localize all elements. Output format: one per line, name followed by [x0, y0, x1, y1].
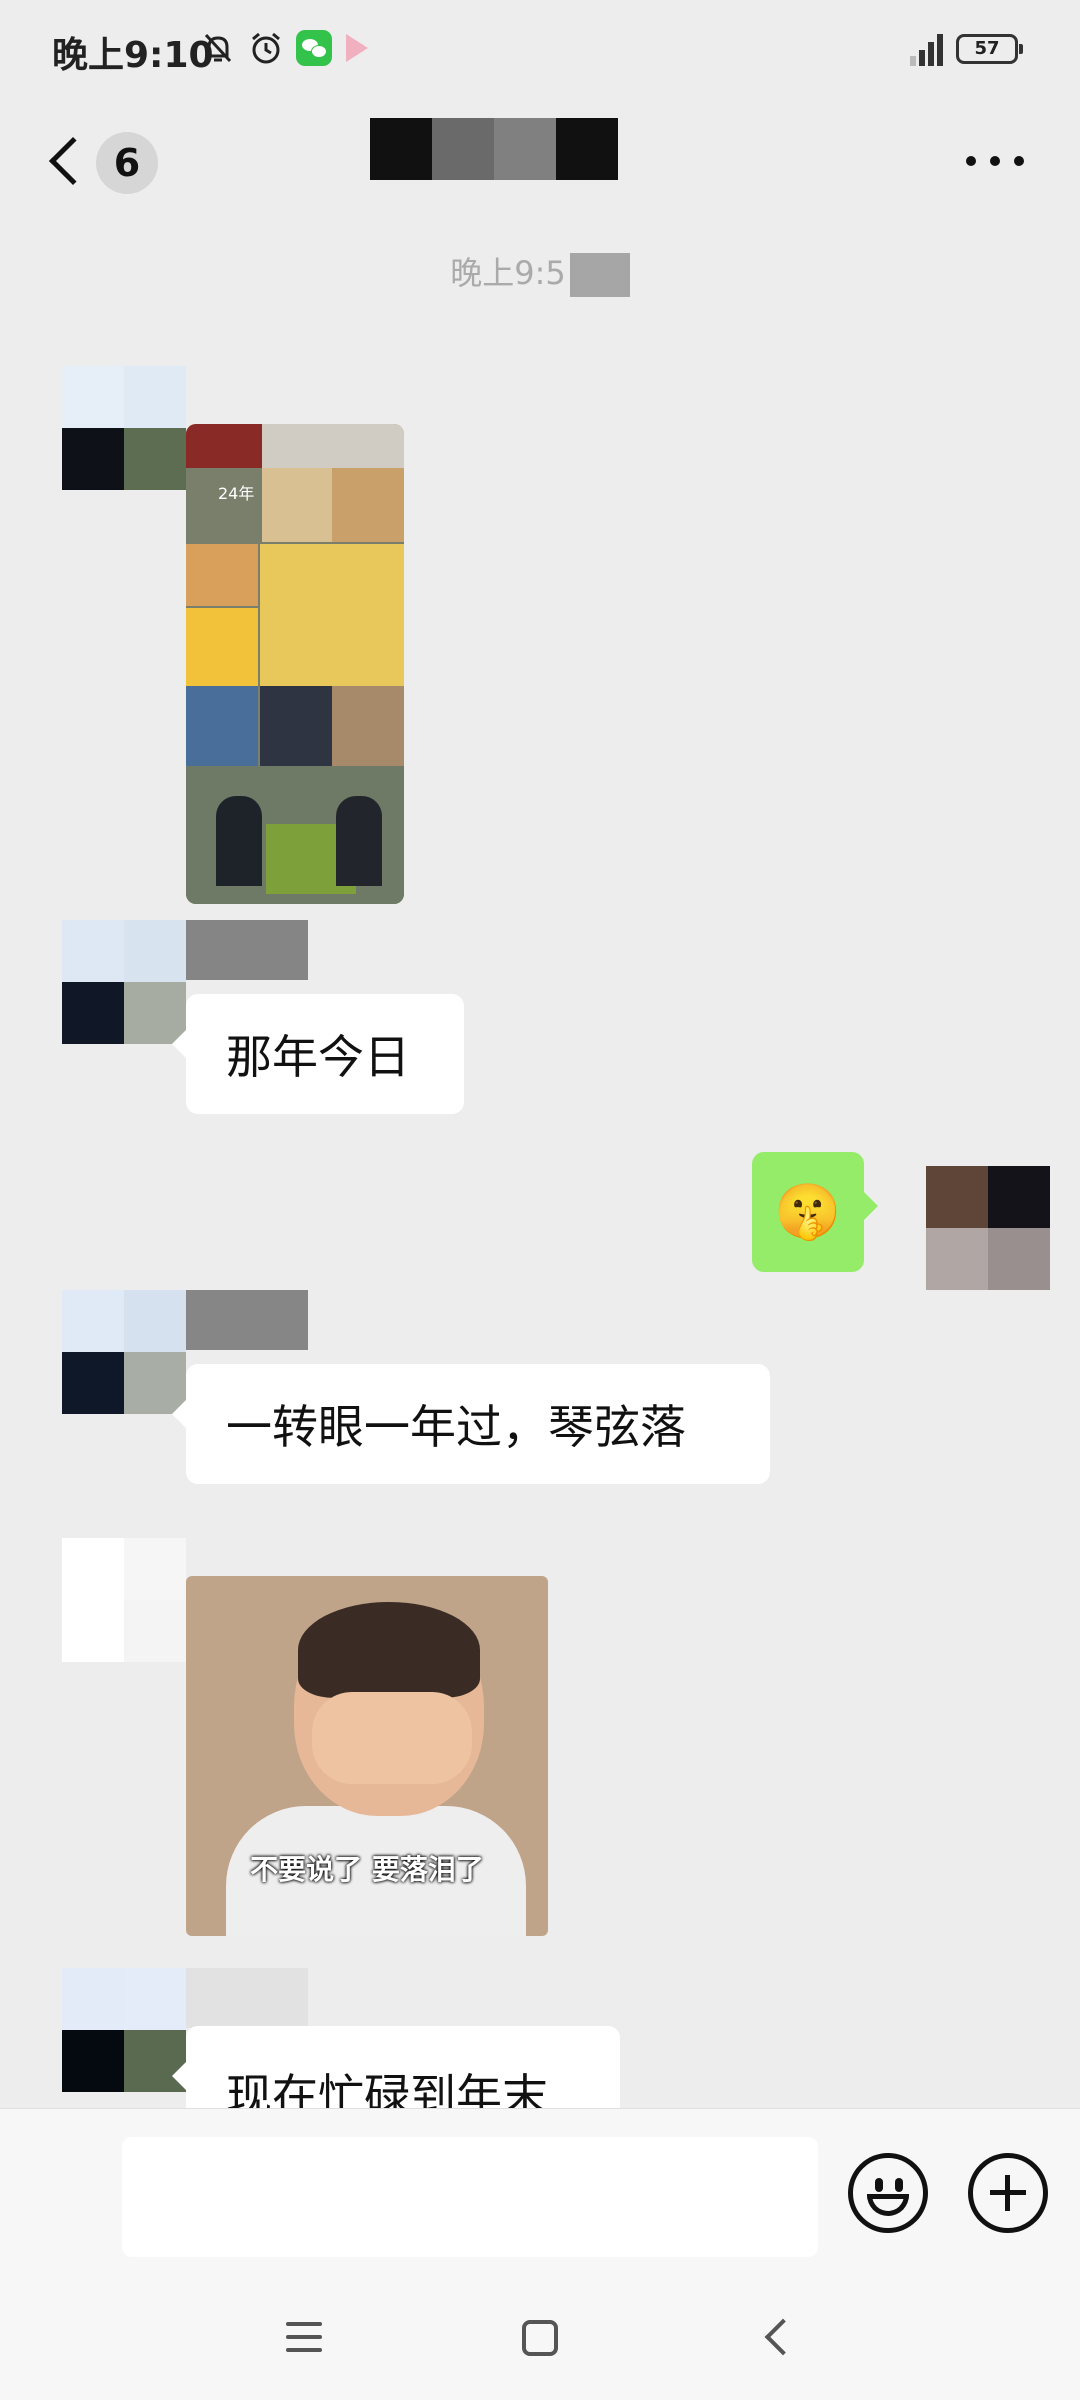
sent-emoji-bubble[interactable]: 🤫 — [752, 1152, 878, 1272]
text-message-bubble[interactable]: 那年今日 — [172, 994, 464, 1114]
avatar[interactable] — [62, 1968, 186, 2092]
chat-title-redacted[interactable] — [370, 118, 618, 180]
battery-icon: 57 — [956, 34, 1023, 64]
home-square-icon[interactable] — [522, 2320, 558, 2356]
system-nav-bar — [0, 2282, 1080, 2400]
plus-circle-icon[interactable] — [968, 2153, 1048, 2233]
sticker-message-crying-kid[interactable]: 不要说了 要落泪了 — [186, 1576, 548, 1936]
wechat-icon — [296, 30, 332, 66]
photo-date-text: 24年 — [218, 484, 255, 503]
avatar[interactable] — [62, 1290, 186, 1414]
unread-count-badge: 6 — [96, 132, 158, 194]
sender-name-redacted — [186, 1968, 308, 2028]
status-bar: 晚上9:10 57 — [0, 0, 1080, 100]
sender-name-redacted — [186, 1290, 308, 1350]
status-time: 晚上9:10 — [52, 35, 214, 76]
mute-bell-icon — [204, 33, 232, 63]
my-avatar[interactable] — [926, 1166, 1050, 1290]
chevron-left-icon — [48, 136, 98, 186]
timestamp-mask — [569, 253, 630, 297]
image-message-photo-collage[interactable]: 24年 — [186, 424, 404, 904]
chat-header: 6 — [0, 100, 1080, 224]
signal-icon — [910, 34, 944, 66]
avatar[interactable] — [62, 366, 186, 490]
menu-icon[interactable] — [286, 2322, 322, 2352]
input-bar — [0, 2108, 1080, 2282]
message-input[interactable] — [122, 2137, 818, 2257]
text-message-bubble[interactable]: 一转眼一年过，琴弦落 — [172, 1364, 770, 1484]
message-timestamp: 晚上9:5 — [0, 248, 1080, 297]
avatar[interactable] — [62, 920, 186, 1044]
avatar[interactable] — [62, 1538, 186, 1662]
timestamp-text: 晚上9:5 — [450, 254, 566, 292]
back-triangle-icon[interactable] — [764, 2318, 802, 2356]
sender-name-redacted — [186, 920, 308, 980]
back-button[interactable]: 6 — [44, 130, 164, 196]
more-dots-icon[interactable] — [966, 156, 1024, 170]
emoji-icon[interactable] — [848, 2153, 928, 2233]
shushing-face-emoji: 🤫 — [774, 1180, 842, 1243]
alarm-icon — [252, 32, 280, 64]
play-store-icon — [346, 34, 368, 62]
sticker-caption: 不要说了 要落泪了 — [250, 1853, 484, 1886]
